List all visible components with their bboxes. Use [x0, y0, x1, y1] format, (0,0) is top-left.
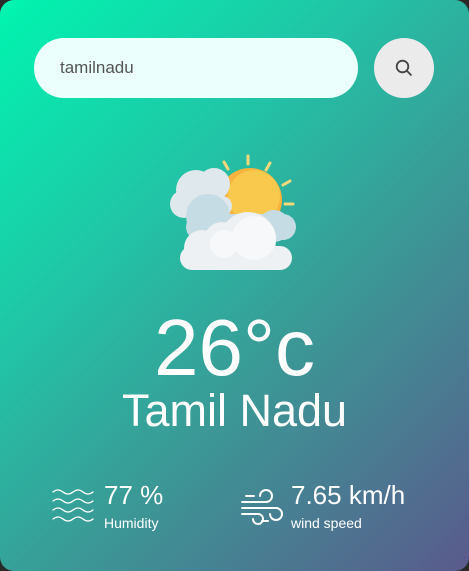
city-name: Tamil Nadu: [121, 385, 348, 436]
wind-icon: [241, 489, 283, 525]
wind-speed-value: 7.65 km/h: [291, 480, 406, 510]
temperature-value: 26°c: [154, 303, 315, 392]
search-input[interactable]: [34, 38, 358, 98]
humidity-label: Humidity: [104, 515, 159, 531]
humidity-waves-icon: [52, 489, 94, 522]
search-button[interactable]: [374, 38, 434, 98]
partly-cloudy-sun-icon: [170, 154, 296, 270]
wind-speed-label: wind speed: [291, 515, 362, 531]
search-icon: [395, 59, 412, 76]
humidity-value: 77 %: [104, 480, 164, 510]
weather-card: 26°c Tamil Nadu 77 % Humidity 7.65 km/h …: [0, 0, 469, 571]
